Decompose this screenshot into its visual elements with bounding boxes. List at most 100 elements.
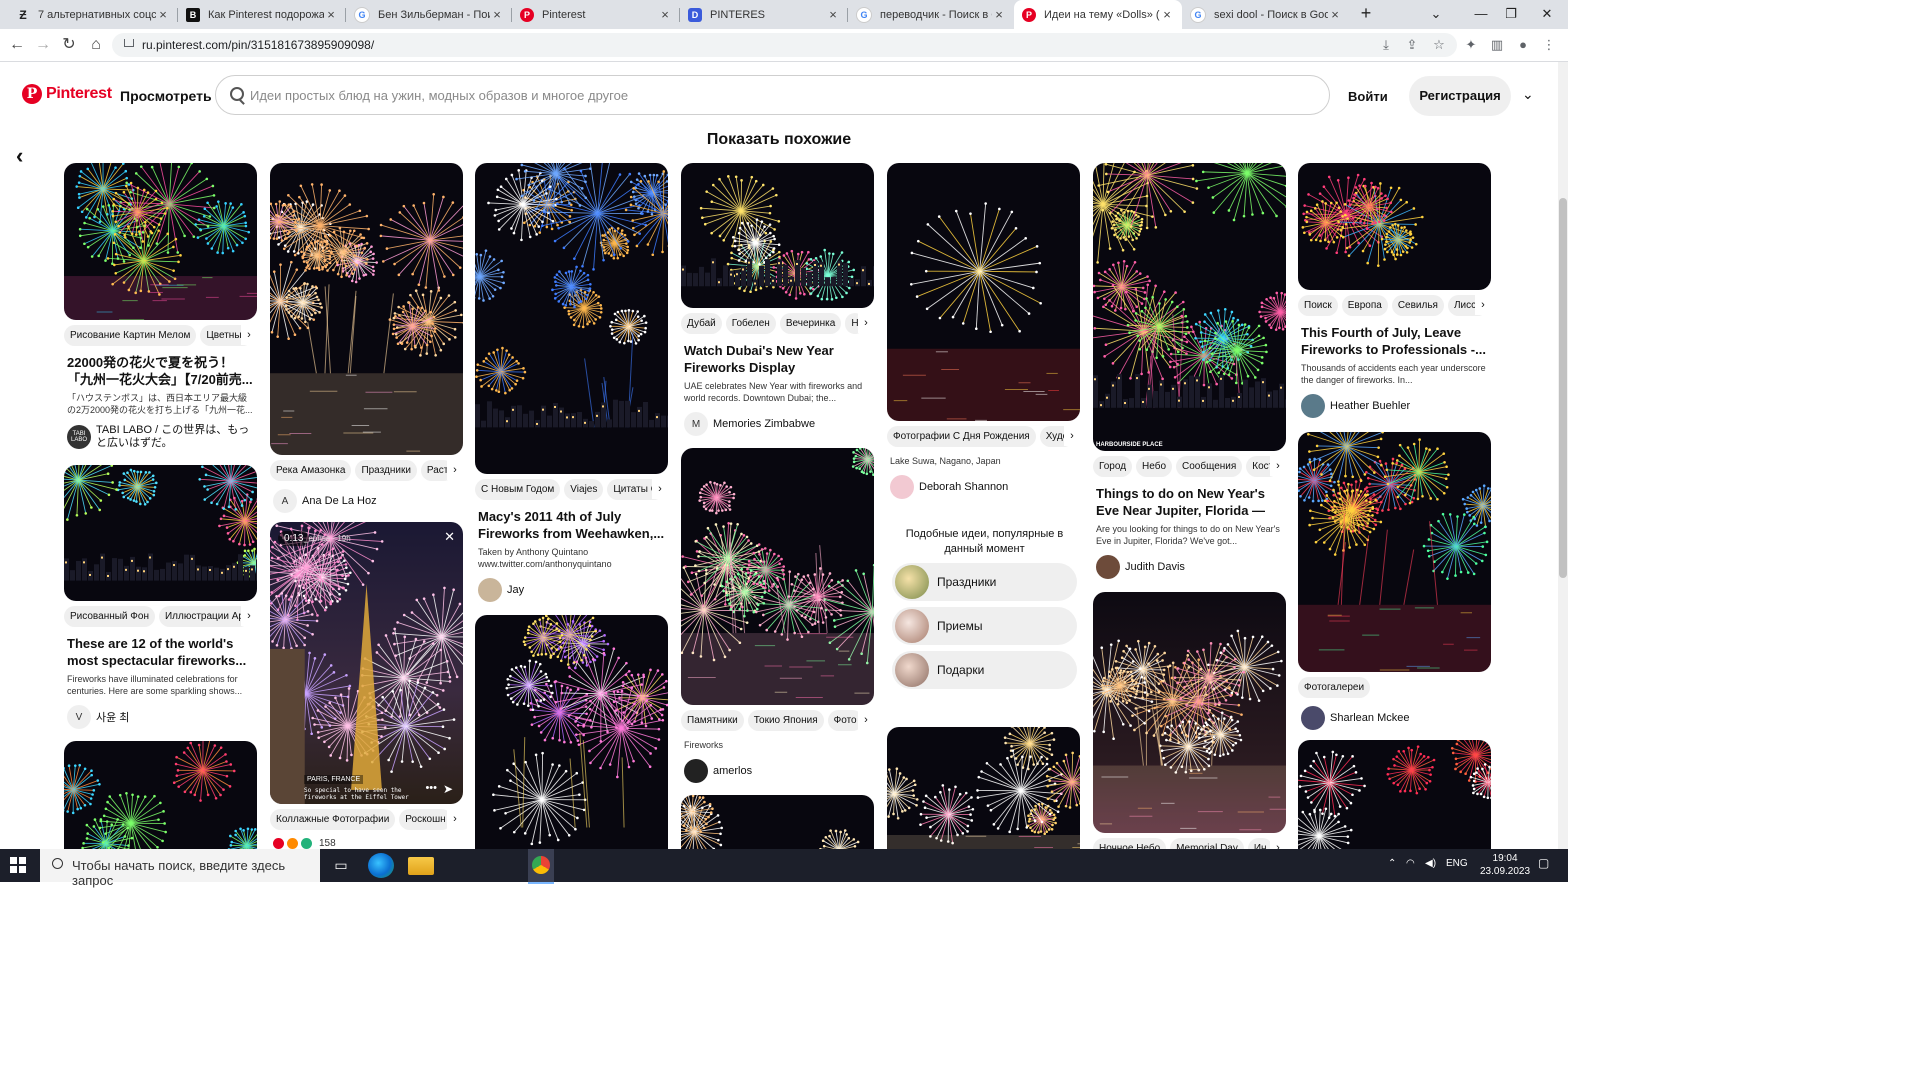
pin-image[interactable] bbox=[64, 465, 257, 601]
close-tab-icon[interactable]: × bbox=[1328, 7, 1342, 22]
pin-video[interactable]: 0:13 _ephsa · 19h ✕ PARIS, FRANCE So spe… bbox=[270, 522, 463, 804]
signup-button[interactable]: Регистрация bbox=[1409, 76, 1511, 116]
chevron-up-icon[interactable]: ⌃ bbox=[1388, 858, 1396, 869]
pin-card[interactable]: Река Амазонка Праздники Раст › A Ana De … bbox=[270, 163, 463, 513]
pin-author[interactable]: Deborah Shannon bbox=[887, 475, 1080, 499]
more-dots-icon[interactable]: ••• bbox=[425, 782, 437, 794]
bookmark-star-icon[interactable]: ☆ bbox=[1428, 35, 1450, 55]
pin-title[interactable]: 22000発の花火で夏を祝う！「九州一花火大会」【7/20前売... bbox=[67, 354, 254, 388]
pin-card[interactable]: Фотографии С Дня Рождения Худо › Lake Su… bbox=[887, 163, 1080, 499]
taskbar-search-input[interactable]: Чтобы начать поиск, введите здесь запрос bbox=[40, 849, 320, 888]
pin-title[interactable]: Macy's 2011 4th of July Fireworks from W… bbox=[478, 508, 665, 542]
minimize-button[interactable]: — bbox=[1466, 0, 1496, 29]
browser-tab-active[interactable]: P Идеи на тему «Dolls» (81) × bbox=[1014, 0, 1182, 29]
tag-chip[interactable]: Роскошн bbox=[399, 808, 452, 830]
close-tab-icon[interactable]: × bbox=[324, 7, 338, 22]
pin-author[interactable]: Sharlean Mckee bbox=[1298, 706, 1491, 730]
side-panel-icon[interactable]: ▥ bbox=[1486, 35, 1508, 55]
pin-image[interactable] bbox=[681, 163, 874, 308]
back-button[interactable]: ← bbox=[6, 35, 28, 55]
tag-chip[interactable]: Рисование Картин Мелом bbox=[64, 324, 197, 346]
windows-start-icon[interactable] bbox=[10, 857, 26, 873]
tag-chip[interactable]: С Новым Годом bbox=[475, 478, 561, 500]
install-icon[interactable]: ⤓ bbox=[1375, 35, 1397, 55]
file-explorer-icon[interactable] bbox=[408, 857, 434, 875]
tag-chip[interactable]: Город bbox=[1093, 455, 1133, 477]
pinterest-logo[interactable]: P Pinterest bbox=[22, 84, 112, 104]
tag-chip[interactable]: Памятники bbox=[681, 709, 744, 731]
tag-chip[interactable]: Сообщения bbox=[1176, 455, 1243, 477]
pin-author[interactable]: V 사윤 최 bbox=[64, 705, 257, 729]
tag-chip[interactable]: Дубай bbox=[681, 312, 722, 334]
chevron-right-icon[interactable]: › bbox=[1475, 295, 1491, 315]
pin-card[interactable] bbox=[887, 727, 1080, 849]
browser-tab[interactable]: B Как Pinterest подорожал × bbox=[178, 0, 346, 29]
omnibox[interactable]: ru.pinterest.com/pin/315181673895909098/ bbox=[112, 33, 1457, 57]
pin-card[interactable]: С Новым Годом Viajes Цитаты С › Macy's 2… bbox=[475, 163, 668, 602]
close-tab-icon[interactable]: × bbox=[490, 7, 504, 22]
pin-card[interactable] bbox=[475, 615, 668, 849]
close-icon[interactable]: ✕ bbox=[444, 529, 455, 545]
tag-chip[interactable]: Фотогалереи bbox=[1298, 676, 1371, 698]
pin-card[interactable]: Памятники Токио Япония Фото › Fireworks … bbox=[681, 448, 874, 783]
forward-button[interactable]: → bbox=[32, 35, 54, 55]
pin-card[interactable]: Дубай Гобелен Вечеринка Н › Watch Dubai'… bbox=[681, 163, 874, 436]
browser-tab[interactable]: G sexi dool - Поиск в Google × bbox=[1182, 0, 1350, 29]
chrome-taskbar-button[interactable] bbox=[528, 849, 554, 884]
browser-tab[interactable]: P Pinterest × bbox=[512, 0, 680, 29]
tag-chip[interactable]: Ин bbox=[1247, 837, 1273, 849]
pin-title[interactable]: Watch Dubai's New Year Fireworks Display bbox=[684, 342, 871, 376]
pin-image[interactable] bbox=[1298, 163, 1491, 290]
pin-card[interactable] bbox=[1298, 740, 1491, 849]
pin-card[interactable]: 0:13 _ephsa · 19h ✕ PARIS, FRANCE So spe… bbox=[270, 522, 463, 849]
tag-chip[interactable]: Memorial Day bbox=[1170, 837, 1244, 849]
pin-author[interactable]: Jay bbox=[475, 578, 668, 602]
pin-card[interactable]: Фотогалереи Sharlean Mckee bbox=[1298, 432, 1491, 730]
language-indicator[interactable]: ENG bbox=[1446, 858, 1468, 869]
pin-author[interactable]: TABI LABO TABI LABO / この世界は、もっと広いはずだ。 bbox=[64, 424, 257, 450]
close-tab-icon[interactable]: × bbox=[1160, 7, 1174, 22]
close-window-button[interactable]: ✕ bbox=[1532, 0, 1562, 29]
pin-card[interactable] bbox=[64, 741, 257, 849]
tag-chip[interactable]: Европа bbox=[1341, 294, 1388, 316]
scrollbar-thumb[interactable] bbox=[1559, 198, 1567, 578]
pin-title[interactable]: Things to do on New Year's Eve Near Jupi… bbox=[1096, 485, 1283, 519]
tag-chip[interactable]: Севилья bbox=[1391, 294, 1444, 316]
chevron-down-icon[interactable]: ⌄ bbox=[1522, 86, 1534, 103]
tag-chip[interactable]: Viajes bbox=[564, 478, 604, 500]
reload-button[interactable]: ↻ bbox=[58, 35, 80, 55]
tag-chip[interactable]: Небо bbox=[1136, 455, 1173, 477]
pin-image[interactable] bbox=[681, 448, 874, 705]
browser-tab[interactable]: G переводчик - Поиск в Go × bbox=[848, 0, 1014, 29]
chevron-right-icon[interactable]: › bbox=[652, 479, 668, 499]
pin-image[interactable] bbox=[1298, 740, 1491, 849]
menu-dots-icon[interactable]: ⋮ bbox=[1538, 35, 1560, 55]
pin-author[interactable]: amerlos bbox=[681, 759, 874, 783]
notification-icon[interactable]: ▢ bbox=[1538, 856, 1549, 870]
pin-card[interactable]: Рисование Картин Мелом Цветные › 22000発の… bbox=[64, 163, 257, 450]
task-view-icon[interactable]: ▭ bbox=[328, 853, 354, 878]
extensions-icon[interactable]: ✦ bbox=[1460, 35, 1482, 55]
pin-image[interactable] bbox=[475, 615, 668, 849]
edge-icon[interactable] bbox=[368, 853, 394, 878]
chevron-right-icon[interactable]: › bbox=[1270, 838, 1286, 849]
home-button[interactable]: ⌂ bbox=[85, 35, 107, 55]
chevron-right-icon[interactable]: › bbox=[858, 313, 874, 333]
pin-card[interactable]: Поиск Европа Севилья Лиссо › This Fourth… bbox=[1298, 163, 1491, 418]
pin-image[interactable] bbox=[64, 741, 257, 849]
pin-image[interactable] bbox=[64, 163, 257, 320]
tag-chip[interactable]: Ночное Небо bbox=[1093, 837, 1167, 849]
close-tab-icon[interactable]: × bbox=[992, 7, 1006, 22]
close-tab-icon[interactable]: × bbox=[826, 7, 840, 22]
send-icon[interactable]: ➤ bbox=[443, 782, 453, 796]
pin-title[interactable]: This Fourth of July, Leave Fireworks to … bbox=[1301, 324, 1488, 358]
pin-card[interactable] bbox=[681, 795, 874, 849]
pin-image[interactable] bbox=[1298, 432, 1491, 672]
pin-card[interactable]: Рисованный Фон Иллюстрации Ар › These ar… bbox=[64, 465, 257, 729]
tag-chip[interactable]: Вечеринка bbox=[779, 312, 842, 334]
chevron-right-icon[interactable]: › bbox=[241, 606, 257, 626]
pin-image[interactable] bbox=[887, 727, 1080, 849]
tag-chip[interactable]: Река Амазонка bbox=[270, 459, 352, 481]
chevron-right-icon[interactable]: › bbox=[1270, 456, 1286, 476]
tag-chip[interactable]: Поиск bbox=[1298, 294, 1338, 316]
